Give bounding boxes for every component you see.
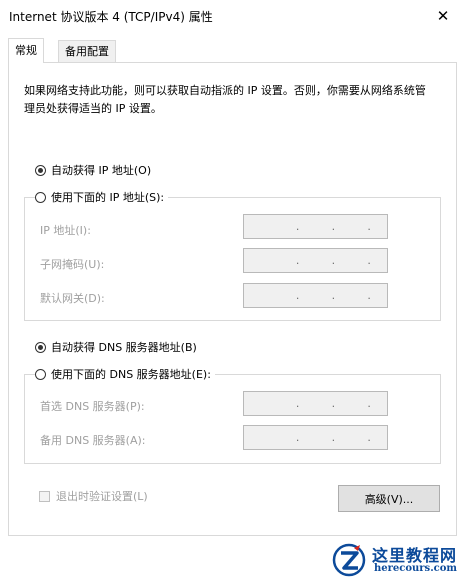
ip-address-input: ... bbox=[243, 214, 388, 239]
validate-on-exit-checkbox bbox=[39, 490, 50, 502]
advanced-button-label: 高级(V)... bbox=[364, 492, 414, 506]
alternate-dns-input: ... bbox=[243, 425, 388, 450]
preferred-dns-input: ... bbox=[243, 391, 388, 416]
auto-ip-label: 自动获得 IP 地址(O) bbox=[51, 164, 152, 177]
preferred-dns-label: 首选 DNS 服务器(P): bbox=[40, 400, 145, 413]
watermark-logo-icon bbox=[332, 543, 366, 577]
manual-dns-group bbox=[24, 374, 441, 464]
window-title: Internet 协议版本 4 (TCP/IPv4) 属性 bbox=[9, 10, 213, 24]
manual-dns-radio-row[interactable]: 使用下面的 DNS 服务器地址(E): bbox=[35, 366, 215, 382]
validate-on-exit-row: 退出时验证设置(L) bbox=[39, 488, 148, 504]
auto-ip-radio[interactable] bbox=[35, 164, 46, 176]
auto-dns-label: 自动获得 DNS 服务器地址(B) bbox=[51, 341, 197, 354]
auto-dns-radio[interactable] bbox=[35, 341, 46, 353]
tab-general[interactable]: 常规 bbox=[8, 38, 44, 63]
manual-ip-radio[interactable] bbox=[35, 191, 46, 203]
advanced-button[interactable]: 高级(V)... bbox=[338, 485, 440, 512]
auto-ip-radio-row[interactable]: 自动获得 IP 地址(O) bbox=[35, 162, 156, 178]
watermark: 这里教程网 herecours.com bbox=[318, 538, 465, 581]
validate-on-exit-label: 退出时验证设置(L) bbox=[56, 490, 148, 503]
manual-ip-label: 使用下面的 IP 地址(S): bbox=[51, 191, 165, 204]
manual-dns-radio[interactable] bbox=[35, 368, 46, 380]
close-icon: ✕ bbox=[436, 7, 450, 25]
subnet-mask-input: ... bbox=[243, 248, 388, 273]
tab-alternate-config[interactable]: 备用配置 bbox=[58, 40, 116, 62]
default-gateway-input: ... bbox=[243, 283, 388, 308]
alternate-dns-label: 备用 DNS 服务器(A): bbox=[40, 434, 146, 447]
ip-address-label: IP 地址(I): bbox=[40, 224, 91, 237]
tab-general-label: 常规 bbox=[15, 44, 37, 57]
close-button[interactable]: ✕ bbox=[425, 2, 461, 30]
description-text: 如果网络支持此功能，则可以获取自动指派的 IP 设置。否则，你需要从网络系统管理… bbox=[24, 84, 426, 115]
title-bar: Internet 协议版本 4 (TCP/IPv4) 属性 ✕ bbox=[0, 0, 465, 32]
subnet-mask-label: 子网掩码(U): bbox=[40, 258, 105, 271]
auto-dns-radio-row[interactable]: 自动获得 DNS 服务器地址(B) bbox=[35, 339, 201, 355]
default-gateway-label: 默认网关(D): bbox=[40, 292, 105, 305]
manual-dns-label: 使用下面的 DNS 服务器地址(E): bbox=[51, 368, 211, 381]
manual-ip-radio-row[interactable]: 使用下面的 IP 地址(S): bbox=[35, 189, 169, 205]
watermark-url: herecours.com bbox=[374, 563, 458, 574]
tab-alternate-config-label: 备用配置 bbox=[65, 45, 109, 58]
